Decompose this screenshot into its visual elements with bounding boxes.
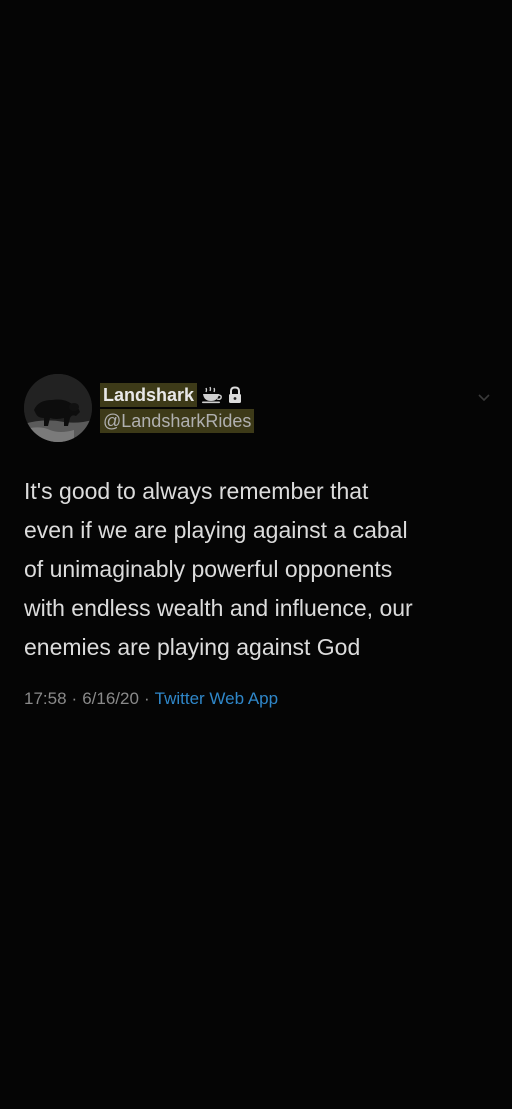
separator: · [143, 689, 150, 708]
coffee-icon [201, 384, 223, 406]
avatar[interactable] [24, 374, 92, 442]
bear-photo-icon [24, 374, 92, 442]
display-name[interactable]: Landshark [100, 383, 198, 407]
tweet-header: Landshark @LandsharkRides [24, 374, 494, 444]
tweet-text: It's good to always remember that even i… [24, 478, 413, 660]
handle[interactable]: @LandsharkRides [100, 409, 255, 433]
tweet-time[interactable]: 17:58 [24, 689, 67, 709]
lock-icon [227, 384, 243, 406]
tweet-meta: 17:58 · 6/16/20 · Twitter Web App [24, 689, 494, 709]
tweet-source-link[interactable]: Twitter Web App [155, 689, 278, 709]
tweet-date[interactable]: 6/16/20 [82, 689, 139, 709]
separator: · [71, 689, 78, 708]
chevron-down-icon[interactable] [474, 388, 494, 408]
tweet: Landshark @LandsharkRides It's good to a… [24, 374, 494, 709]
tweet-author: Landshark @LandsharkRides [100, 383, 255, 433]
